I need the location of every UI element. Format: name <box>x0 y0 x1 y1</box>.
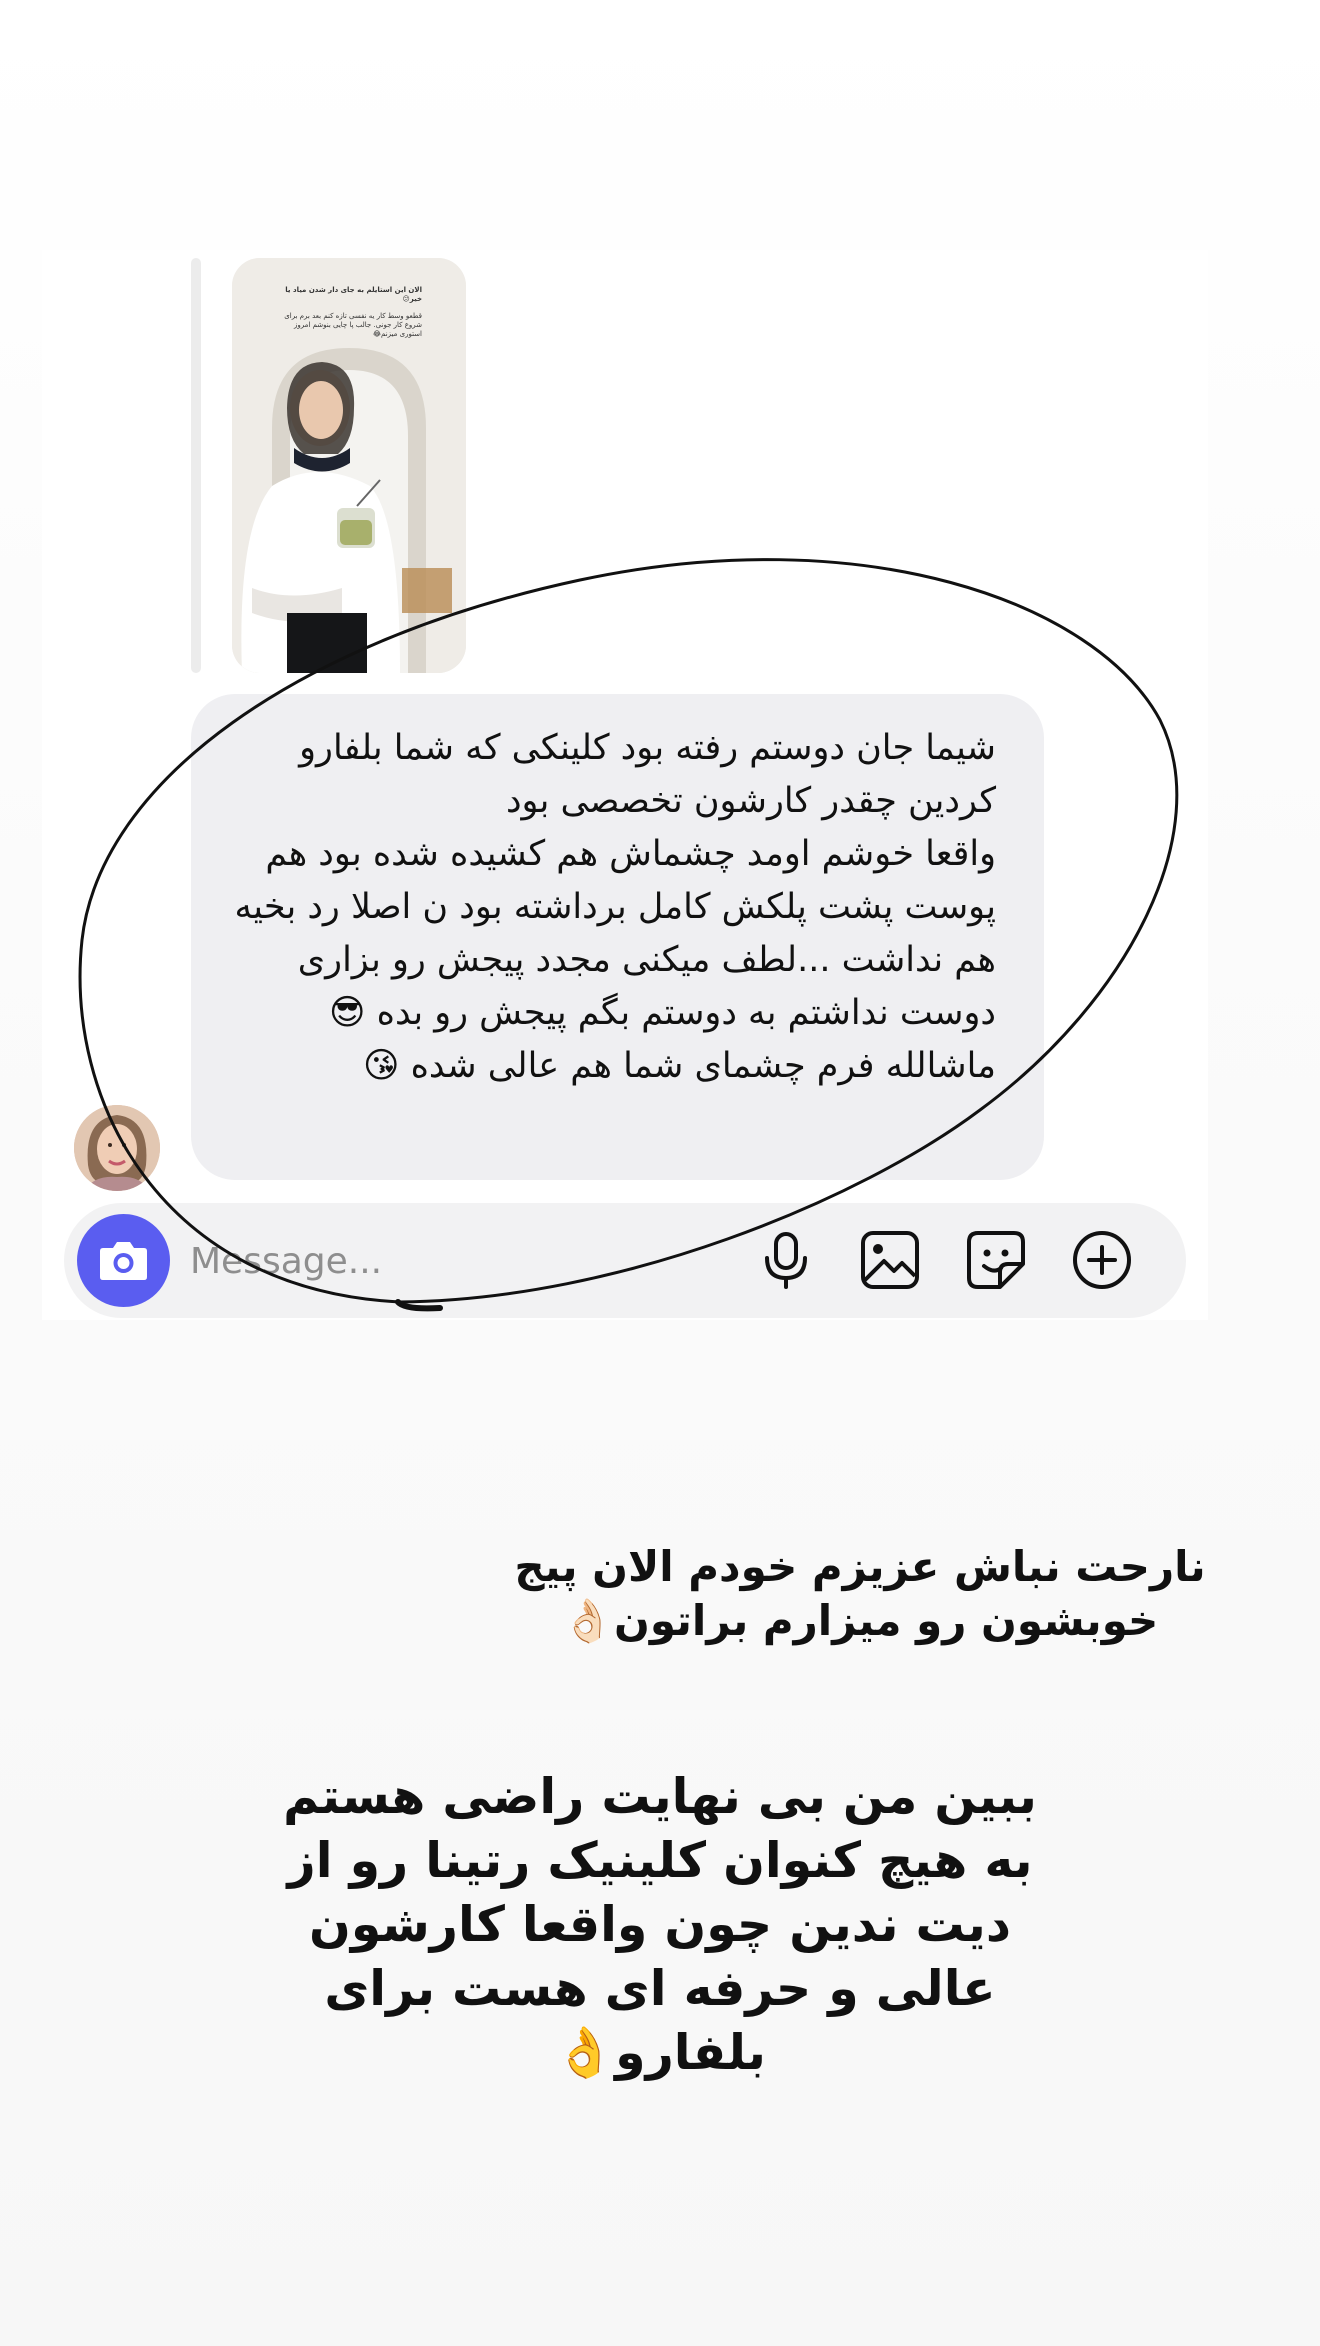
message-text: شیما جان دوستم رفته بود کلینکی که شما بل… <box>221 722 996 1093</box>
sticker-icon[interactable] <box>964 1228 1028 1292</box>
avatar-photo <box>74 1105 160 1191</box>
reply-quote-bar <box>191 258 201 673</box>
message-paragraph: واقعا خوشم اومد چشماش هم کشیده شده بود ه… <box>234 834 996 1033</box>
gallery-icon[interactable] <box>858 1228 922 1292</box>
overlay-main-text: ببین من بی نهایت راضی هستم به هیچ کنوان … <box>283 1768 1037 2081</box>
message-composer <box>64 1203 1186 1318</box>
story-caption-top: الان این استایلم به جای دار شدن میاد یا … <box>285 286 422 303</box>
camera-icon <box>100 1242 147 1280</box>
story-reply-thumbnail[interactable]: الان این استایلم به جای دار شدن میاد یا … <box>232 258 466 673</box>
message-input[interactable] <box>190 1231 610 1291</box>
message-paragraph: شیما جان دوستم رفته بود کلینکی که شما بل… <box>299 728 996 821</box>
story-caption-body: قطعو وسط کار یه نفسی تازه کنم بعد برم بر… <box>284 312 422 338</box>
plus-circle-icon[interactable] <box>1070 1228 1134 1292</box>
sender-avatar[interactable] <box>74 1105 160 1191</box>
camera-button[interactable] <box>77 1214 170 1307</box>
message-bubble[interactable]: شیما جان دوستم رفته بود کلینکی که شما بل… <box>191 694 1044 1180</box>
microphone-icon[interactable] <box>754 1228 818 1292</box>
overlay-reply-text: نارحت نباش عزیزم خودم الان پیج خوبشون رو… <box>514 1542 1206 1645</box>
message-paragraph: ماشالله فرم چشمای شما هم عالی شده 😘 <box>362 1046 996 1086</box>
